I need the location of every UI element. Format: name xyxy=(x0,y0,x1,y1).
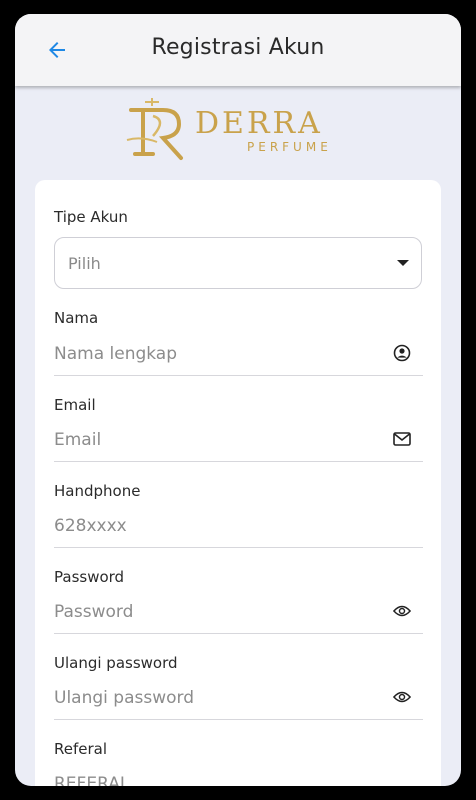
name-input[interactable] xyxy=(54,336,374,372)
email-field xyxy=(54,422,423,462)
logo-wordmark: DERRA xyxy=(195,106,323,141)
name-field xyxy=(54,336,423,376)
password-field xyxy=(54,594,423,634)
repeat-password-field xyxy=(54,680,423,720)
caret-down-icon xyxy=(397,260,409,266)
logo-subtitle: PERFUME xyxy=(247,140,332,154)
email-input[interactable] xyxy=(54,422,374,458)
referral-input[interactable] xyxy=(54,766,374,786)
password-input[interactable] xyxy=(54,594,374,630)
referral-label: Referal xyxy=(54,740,108,758)
email-label: Email xyxy=(54,396,96,414)
repeat-password-input[interactable] xyxy=(54,680,374,716)
phone-input[interactable] xyxy=(54,508,374,544)
account-type-select[interactable]: Pilih xyxy=(54,237,422,289)
referral-field xyxy=(54,766,423,786)
logo-monogram xyxy=(126,98,183,160)
eye-icon[interactable] xyxy=(393,688,411,706)
mail-icon xyxy=(393,430,411,448)
repeat-password-label: Ulangi password xyxy=(54,654,178,672)
app-screen: Registrasi Akun DERRA PERFUME Tipe Akun … xyxy=(15,14,461,786)
app-bar: Registrasi Akun xyxy=(15,14,461,86)
brand-logo: DERRA PERFUME xyxy=(123,96,355,162)
eye-icon[interactable] xyxy=(393,602,411,620)
password-label: Password xyxy=(54,568,125,586)
account-type-label: Tipe Akun xyxy=(54,208,128,226)
registration-form: Tipe Akun Pilih Nama Email xyxy=(35,180,441,786)
user-circle-icon xyxy=(393,344,411,362)
page-title: Registrasi Akun xyxy=(151,35,325,60)
phone-label: Handphone xyxy=(54,482,141,500)
account-type-value: Pilih xyxy=(68,254,101,273)
phone-field xyxy=(54,508,423,548)
name-label: Nama xyxy=(54,309,99,327)
